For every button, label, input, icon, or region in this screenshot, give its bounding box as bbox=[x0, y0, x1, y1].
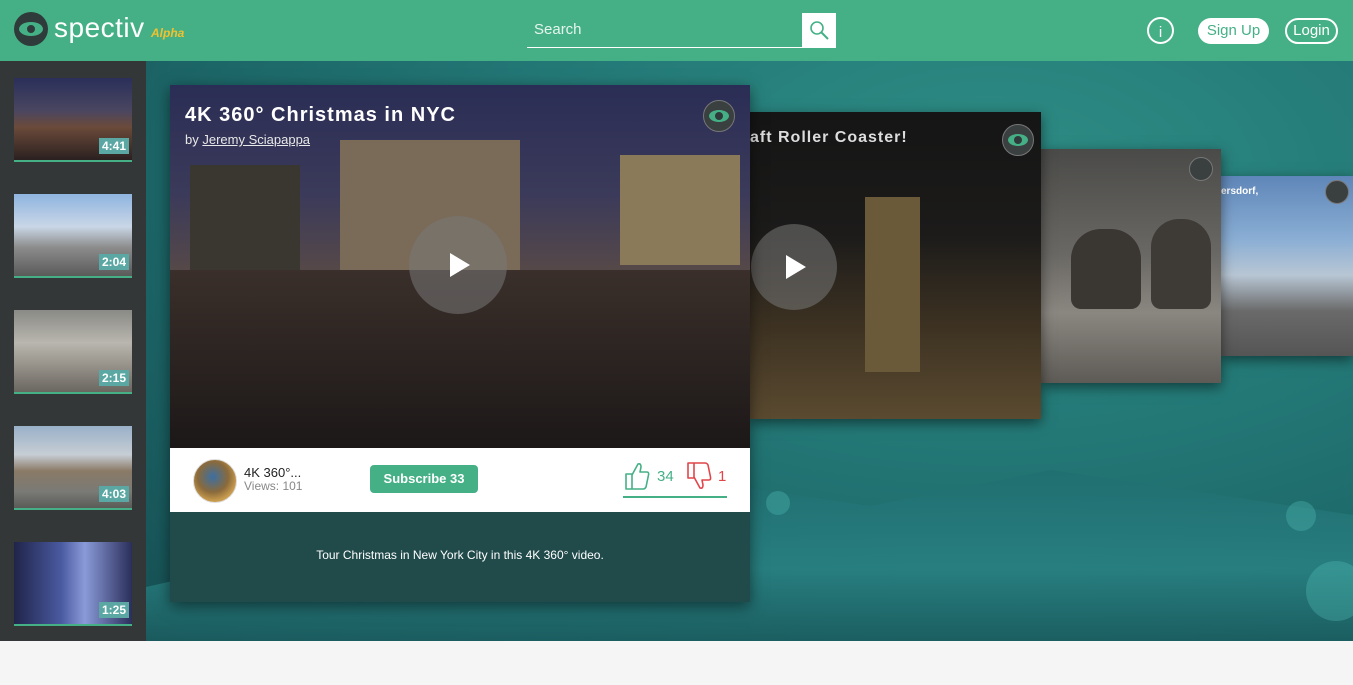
play-icon bbox=[786, 255, 806, 279]
video-preview[interactable]: 4K 360° Christmas in NYC by Jeremy Sciap… bbox=[170, 85, 750, 448]
video-byline: by Jeremy Sciapappa bbox=[185, 132, 310, 147]
search-box bbox=[527, 14, 804, 48]
byline-prefix: by bbox=[185, 132, 199, 147]
thumbs-up-icon[interactable] bbox=[623, 461, 651, 491]
eye-badge-icon bbox=[1325, 180, 1349, 204]
sidebar-thumbnail[interactable]: 4:03 bbox=[14, 426, 132, 510]
video-short-title: 4K 360°... bbox=[244, 465, 302, 480]
building bbox=[620, 155, 740, 265]
carousel-card-2[interactable]: aft Roller Coaster! bbox=[750, 112, 1041, 419]
play-button[interactable] bbox=[409, 216, 507, 314]
duration-badge: 4:41 bbox=[98, 138, 129, 154]
play-icon bbox=[450, 253, 470, 277]
carousel-card-4[interactable]: ersdorf, bbox=[1221, 176, 1353, 356]
video-info-bar: 4K 360°... Views: 101 Subscribe 33 34 1 bbox=[170, 448, 750, 512]
video-sidebar: 4:41 2:04 2:15 4:03 1:25 bbox=[0, 61, 146, 641]
search-button[interactable] bbox=[802, 13, 836, 48]
card-title: aft Roller Coaster! bbox=[750, 129, 908, 146]
dislike-count: 1 bbox=[718, 468, 727, 485]
like-count: 34 bbox=[657, 468, 674, 485]
info-button[interactable]: i bbox=[1147, 17, 1174, 44]
brand-alpha-tag: Alpha bbox=[151, 26, 185, 40]
card-title: ersdorf, bbox=[1221, 186, 1259, 197]
view-count: Views: 101 bbox=[244, 479, 303, 493]
login-button[interactable]: Login bbox=[1285, 18, 1338, 44]
play-button[interactable] bbox=[751, 224, 837, 310]
elephant-figure bbox=[1071, 229, 1141, 309]
carousel-card-3[interactable] bbox=[1041, 149, 1221, 383]
building bbox=[190, 165, 300, 275]
brand-name[interactable]: spectiv bbox=[54, 12, 145, 44]
channel-avatar[interactable] bbox=[193, 459, 237, 503]
search-input[interactable] bbox=[527, 14, 804, 45]
top-navbar: spectiv Alpha i Sign Up Login bbox=[0, 0, 1353, 61]
video-description: Tour Christmas in New York City in this … bbox=[316, 548, 604, 562]
spectiv-logo-icon[interactable] bbox=[14, 12, 48, 46]
duration-badge: 4:03 bbox=[98, 486, 129, 502]
coaster-tower bbox=[865, 197, 920, 372]
featured-video-card: 4K 360° Christmas in NYC by Jeremy Sciap… bbox=[170, 85, 750, 602]
duration-badge: 1:25 bbox=[98, 602, 129, 618]
duration-badge: 2:15 bbox=[98, 370, 129, 386]
sidebar-thumbnail[interactable]: 2:15 bbox=[14, 310, 132, 394]
author-link[interactable]: Jeremy Sciapappa bbox=[202, 132, 310, 147]
magnifier-icon bbox=[810, 21, 829, 40]
eye-badge-icon bbox=[1002, 124, 1034, 156]
video-title: 4K 360° Christmas in NYC bbox=[185, 104, 456, 126]
elephant-figure bbox=[1151, 219, 1211, 309]
sign-up-button[interactable]: Sign Up bbox=[1198, 18, 1269, 44]
sidebar-thumbnail[interactable]: 1:25 bbox=[14, 542, 132, 626]
rating-bar bbox=[623, 460, 727, 498]
sidebar-thumbnail[interactable]: 2:04 bbox=[14, 194, 132, 278]
subscribe-button[interactable]: Subscribe 33 bbox=[370, 465, 478, 493]
page-footer-area bbox=[0, 641, 1353, 685]
eye-badge-icon bbox=[1189, 157, 1213, 181]
background-bubble bbox=[1286, 501, 1316, 531]
eye-badge-icon bbox=[703, 100, 735, 132]
thumbs-down-icon[interactable] bbox=[685, 461, 713, 491]
duration-badge: 2:04 bbox=[98, 254, 129, 270]
background-bubble bbox=[766, 491, 790, 515]
sidebar-thumbnail[interactable]: 4:41 bbox=[14, 78, 132, 162]
